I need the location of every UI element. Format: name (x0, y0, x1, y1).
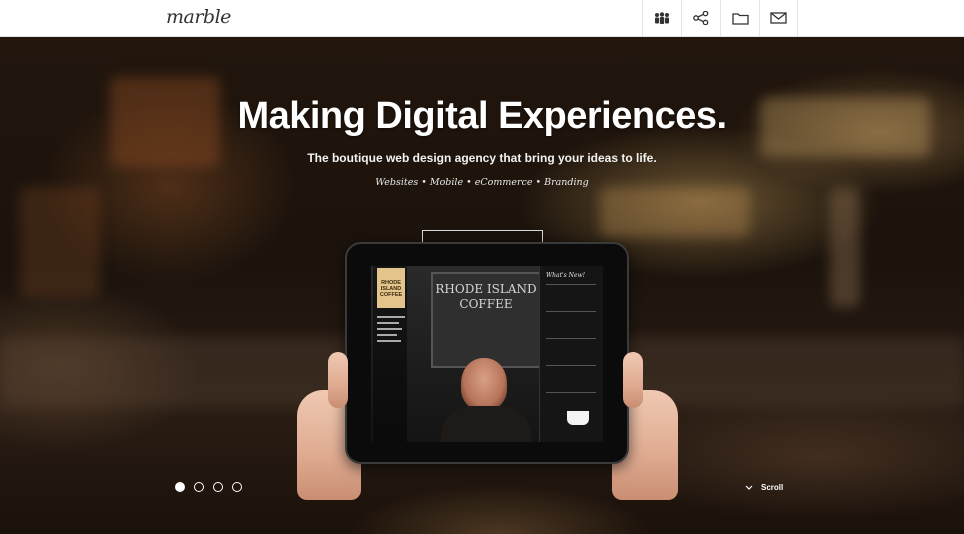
mini-nav-line (377, 316, 405, 318)
mini-nav-line (377, 340, 401, 342)
person-image (461, 358, 507, 410)
person-body-image (441, 406, 531, 442)
share-button[interactable] (681, 0, 720, 36)
hero-title: Making Digital Experiences. (237, 95, 727, 137)
bg-shelf-left-lower (20, 187, 100, 297)
slider-pagination (175, 482, 242, 492)
share-icon (693, 11, 709, 25)
service-tags: Websites • Mobile • eCommerce • Branding (375, 177, 589, 188)
mail-button[interactable] (759, 0, 798, 36)
folder-button[interactable] (720, 0, 759, 36)
mini-nav-line (377, 334, 397, 336)
mini-line (546, 338, 596, 339)
slider-dot[interactable] (213, 482, 223, 492)
mail-icon (770, 12, 787, 24)
right-thumb-image (623, 352, 643, 408)
team-button[interactable] (642, 0, 681, 36)
bg-bottle-right (830, 187, 860, 307)
mini-line (546, 284, 596, 285)
team-icon (655, 12, 669, 24)
scroll-link[interactable]: Scroll (745, 483, 783, 492)
slider-dot[interactable] (194, 482, 204, 492)
chevron-down-icon (745, 485, 753, 490)
tablet-mockup-image: RHODE ISLAND COFFEE RHODE ISLAND COFFEE … (345, 242, 629, 464)
mini-nav-line (377, 328, 402, 330)
folder-icon (731, 12, 749, 25)
slider-dot[interactable] (232, 482, 242, 492)
mini-line (546, 311, 596, 312)
mini-line (546, 365, 596, 366)
mini-panel-title: What's New! (546, 272, 586, 279)
bg-light-center (600, 187, 750, 237)
logo[interactable]: marble (166, 6, 231, 28)
scroll-label: Scroll (761, 483, 784, 492)
coffee-cup-image (567, 411, 589, 425)
chalkboard-sign: RHODE ISLAND COFFEE (431, 272, 541, 368)
mini-site-sidebar: RHODE ISLAND COFFEE (373, 266, 407, 442)
mini-line (546, 392, 596, 393)
tablet-screen: RHODE ISLAND COFFEE RHODE ISLAND COFFEE … (371, 266, 603, 442)
left-thumb-image (328, 352, 348, 408)
top-bar: marble (0, 0, 964, 37)
header-icon-nav (642, 0, 798, 37)
hero-subtitle: The boutique web design agency that brin… (307, 151, 657, 165)
slider-dot[interactable] (175, 482, 185, 492)
mini-nav-line (377, 322, 399, 324)
mini-site-logo: RHODE ISLAND COFFEE (377, 268, 405, 308)
